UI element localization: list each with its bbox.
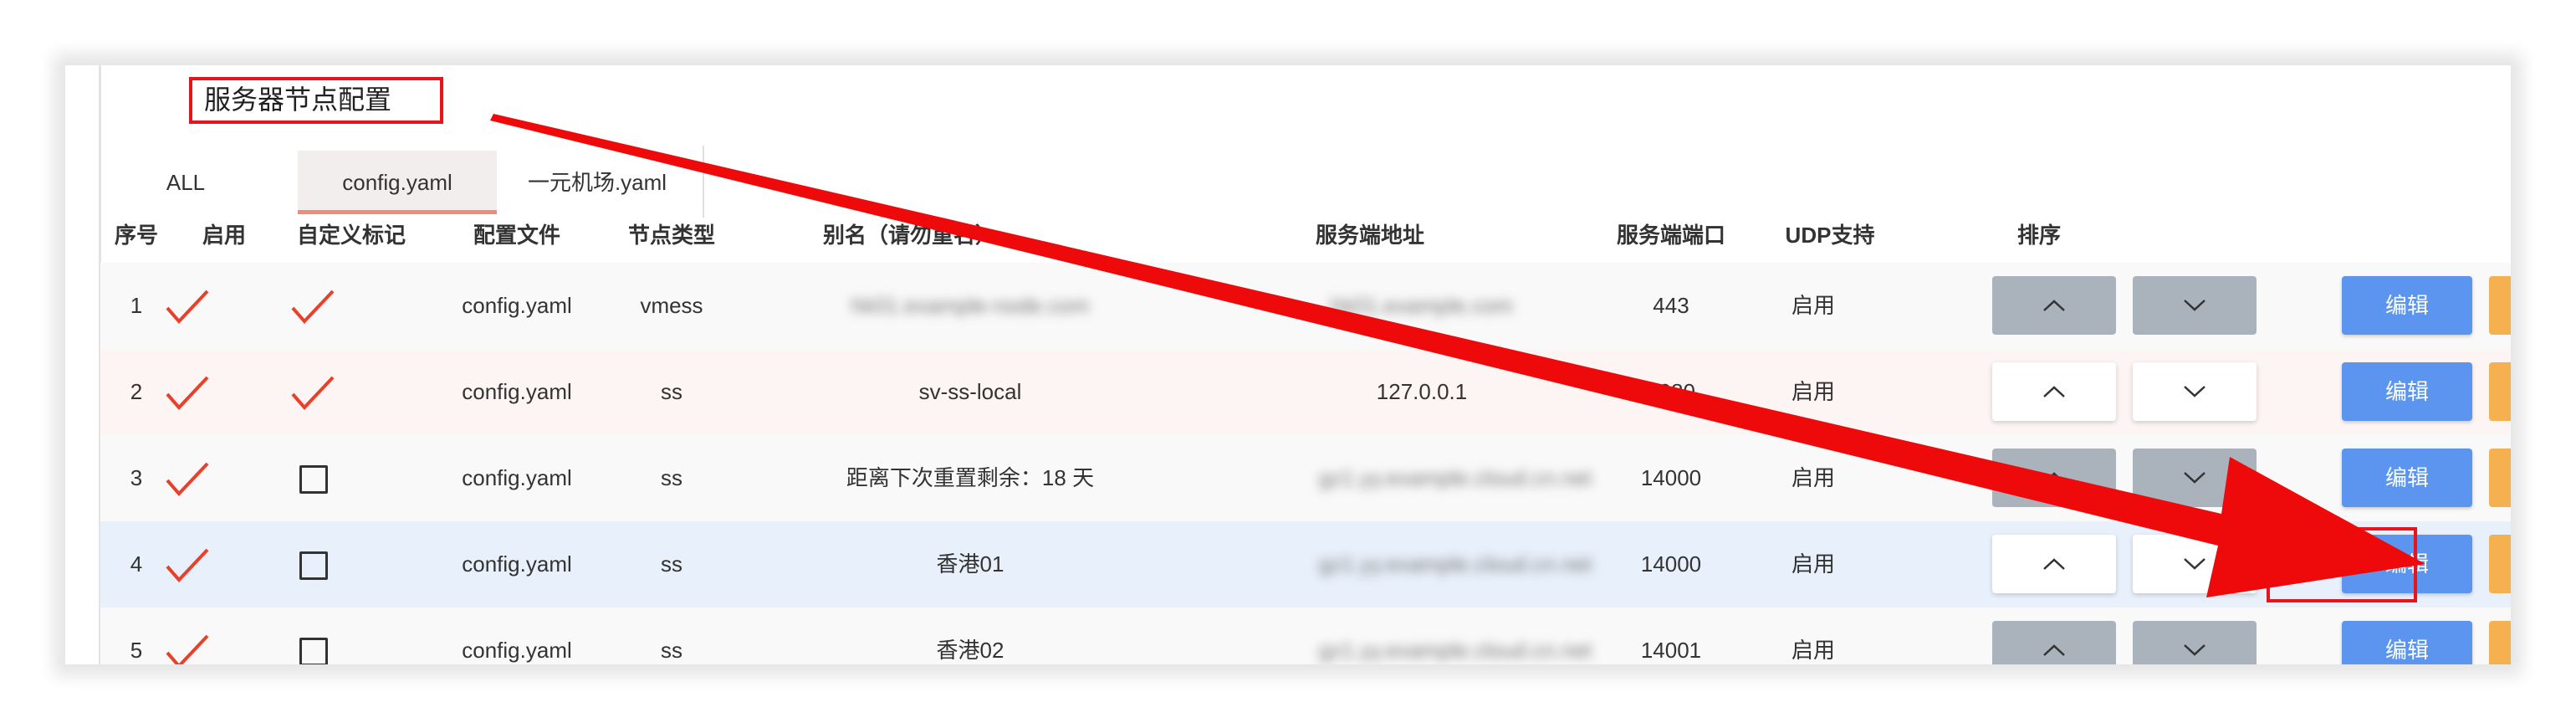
annotation-arrow-icon	[490, 114, 2425, 597]
app-frame: 服务器节点配置 ALL config.yaml 一元机场.yaml 序号 启用 …	[65, 65, 2511, 664]
